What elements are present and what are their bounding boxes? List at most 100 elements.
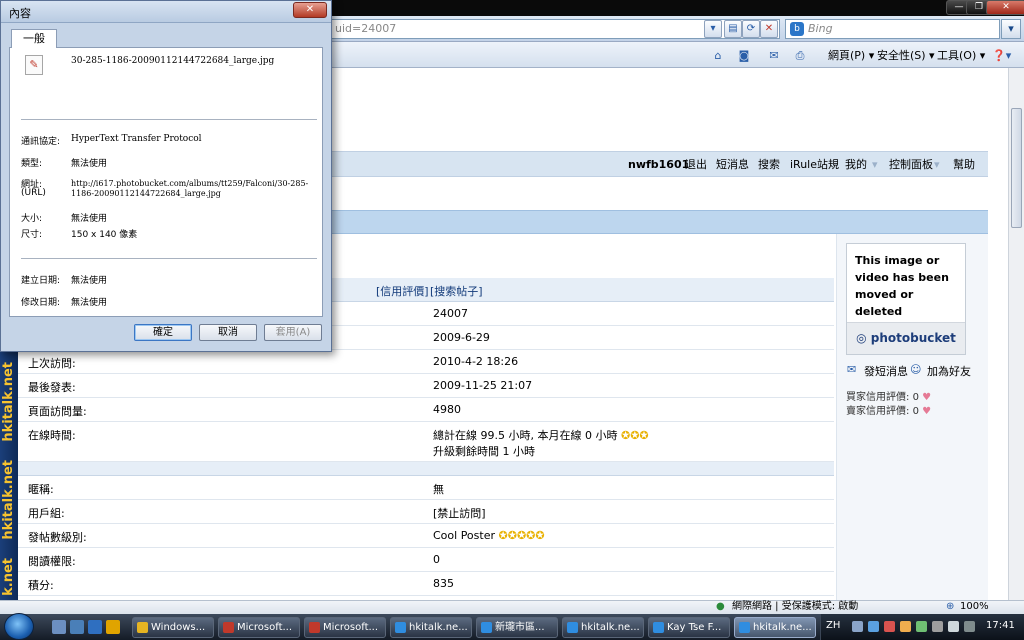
row-value: 835 xyxy=(433,577,454,590)
taskbar-item[interactable]: hkitalk.ne... xyxy=(390,617,472,638)
print-icon[interactable]: ⎙ xyxy=(792,48,808,64)
nav-logout[interactable]: 退出 xyxy=(685,158,707,172)
table-row: 發帖數級別: Cool Poster ✪✪✪✪✪ xyxy=(18,524,834,548)
nav-messages[interactable]: 短消息 xyxy=(716,158,749,172)
profile-links-row: [信用評價] [搜索帖子] xyxy=(318,278,834,302)
ie-icon xyxy=(395,622,406,633)
row-label: 最後發表: xyxy=(28,381,76,394)
ie-icon xyxy=(739,622,750,633)
image-missing-message: This image or video has been moved or de… xyxy=(855,254,949,318)
nav-help[interactable]: 幫助 xyxy=(953,158,975,172)
row-value: 2009-6-29 xyxy=(433,331,490,344)
search-options-button[interactable]: ▾ xyxy=(1001,19,1021,39)
taskbar-item[interactable]: Microsoft... xyxy=(304,617,386,638)
address-value: http://i617.photobucket.com/albums/tt259… xyxy=(71,179,309,188)
created-value: 無法使用 xyxy=(71,276,108,286)
taskbar-item-label: Kay Tse F... xyxy=(667,622,722,633)
app-icon xyxy=(223,622,234,633)
scroll-thumb[interactable] xyxy=(1011,108,1022,228)
section-divider xyxy=(18,462,834,476)
security-zone-text[interactable]: 網際網路 | 受保護模式: 啟動 xyxy=(732,601,858,613)
tray-icon[interactable] xyxy=(852,621,863,632)
globe-icon: ● xyxy=(716,601,725,612)
protocol-value: HyperText Transfer Protocol xyxy=(71,134,202,144)
row-label: 在線時間: xyxy=(28,429,76,442)
forum-logo-text: k.net xyxy=(1,558,16,596)
dialog-close-button[interactable]: ✕ xyxy=(293,2,327,18)
network-icon[interactable] xyxy=(932,621,943,632)
nav-control-panel[interactable]: 控制面板 xyxy=(889,158,933,172)
seller-rating: 賣家信用評價: 0 ♥ xyxy=(846,402,931,417)
tab-general[interactable]: 一般 xyxy=(11,29,57,48)
search-posts-link[interactable]: [搜索帖子] xyxy=(430,283,483,299)
feeds-icon[interactable]: ◙ xyxy=(736,48,752,64)
row-label: 暱稱: xyxy=(28,483,54,496)
stop-icon[interactable]: ✕ xyxy=(760,20,778,38)
nav-search[interactable]: 搜索 xyxy=(758,158,780,172)
taskbar-item-label: Microsoft... xyxy=(323,622,379,633)
switch-windows-icon[interactable] xyxy=(70,620,84,634)
taskbar-item[interactable]: hkitalk.ne... xyxy=(562,617,644,638)
nav-rules[interactable]: iRule站規 xyxy=(790,158,839,172)
safety-menu[interactable]: 安全性(S) ▾ xyxy=(877,48,935,64)
address-label-url: (URL) xyxy=(21,188,46,198)
row-label: 發帖數級別: xyxy=(28,531,87,544)
tools-menu[interactable]: 工具(O) ▾ xyxy=(937,48,985,64)
credit-rating-link[interactable]: [信用評價] xyxy=(376,283,429,299)
taskbar-item[interactable]: Microsoft... xyxy=(218,617,300,638)
dropdown-arrow-icon[interactable]: ▾ xyxy=(704,20,722,38)
taskbar-item[interactable]: 新瓏市區... xyxy=(476,617,558,638)
online-hours-text: 總計在線 99.5 小時, 本月在線 0 小時 xyxy=(433,429,618,442)
rating-value: 0 xyxy=(912,406,919,417)
zoom-level[interactable]: 100% xyxy=(960,601,989,613)
forum-logo-text: hkitalk.net xyxy=(1,460,16,540)
explorer-quicklaunch-icon[interactable] xyxy=(106,620,120,634)
input-language[interactable]: ZH xyxy=(826,620,840,631)
add-friend-link[interactable]: 加為好友 xyxy=(927,363,971,379)
table-row: 上次訪問: 2010-4-2 18:26 xyxy=(18,350,834,374)
row-label: 積分: xyxy=(28,579,54,592)
apply-button[interactable]: 套用(A) xyxy=(264,324,322,341)
compatibility-view-icon[interactable]: ▤ xyxy=(724,20,742,38)
ie-icon xyxy=(481,622,492,633)
volume-icon[interactable] xyxy=(948,621,959,632)
ie-quicklaunch-icon[interactable] xyxy=(88,620,102,634)
show-desktop-icon[interactable] xyxy=(52,620,66,634)
tray-icon[interactable] xyxy=(964,621,975,632)
taskbar-item-active[interactable]: hkitalk.ne... xyxy=(734,617,816,638)
star-icon: ✪ xyxy=(526,529,536,542)
chevron-down-icon[interactable]: ▾ xyxy=(872,158,878,171)
send-message-link[interactable]: 發短消息 xyxy=(864,363,908,379)
type-value: 無法使用 xyxy=(71,159,108,169)
vertical-scrollbar[interactable] xyxy=(1008,68,1024,600)
protocol-label: 通訊協定: xyxy=(21,137,61,147)
star-icon: ✪ xyxy=(620,429,631,442)
row-value: 2009-11-25 21:07 xyxy=(433,379,533,392)
mail-icon[interactable]: ✉ xyxy=(766,48,782,64)
row-value: 總計在線 99.5 小時, 本月在線 0 小時 ✪✪✪ xyxy=(433,427,649,443)
close-window-button[interactable]: ✕ xyxy=(986,0,1024,15)
nav-my[interactable]: 我的 xyxy=(845,158,867,172)
divider xyxy=(21,258,317,259)
refresh-icon[interactable]: ⟳ xyxy=(742,20,760,38)
page-menu[interactable]: 網頁(P) ▾ xyxy=(828,48,874,64)
row-label: 閱讀權限: xyxy=(28,555,76,568)
ok-button[interactable]: 確定 xyxy=(134,324,192,341)
chevron-down-icon[interactable]: ▾ xyxy=(934,158,940,171)
table-row: 暱稱: 無 xyxy=(18,476,834,500)
start-button[interactable] xyxy=(4,613,34,640)
taskbar-item[interactable]: Windows... xyxy=(132,617,214,638)
username-link[interactable]: nwfb1601 xyxy=(628,158,689,172)
cancel-button[interactable]: 取消 xyxy=(199,324,257,341)
tray-icon[interactable] xyxy=(884,621,895,632)
search-input[interactable]: b Bing xyxy=(785,19,1000,39)
tray-icon[interactable] xyxy=(900,621,911,632)
home-icon[interactable]: ⌂ xyxy=(710,48,726,64)
type-label: 類型: xyxy=(21,159,43,169)
tray-icon[interactable] xyxy=(868,621,879,632)
help-menu[interactable]: ❓▾ xyxy=(992,48,1011,64)
taskbar-item[interactable]: Kay Tse F... xyxy=(648,617,730,638)
clock[interactable]: 17:41 xyxy=(986,620,1015,631)
tray-icon[interactable] xyxy=(916,621,927,632)
status-bar xyxy=(0,600,1024,614)
